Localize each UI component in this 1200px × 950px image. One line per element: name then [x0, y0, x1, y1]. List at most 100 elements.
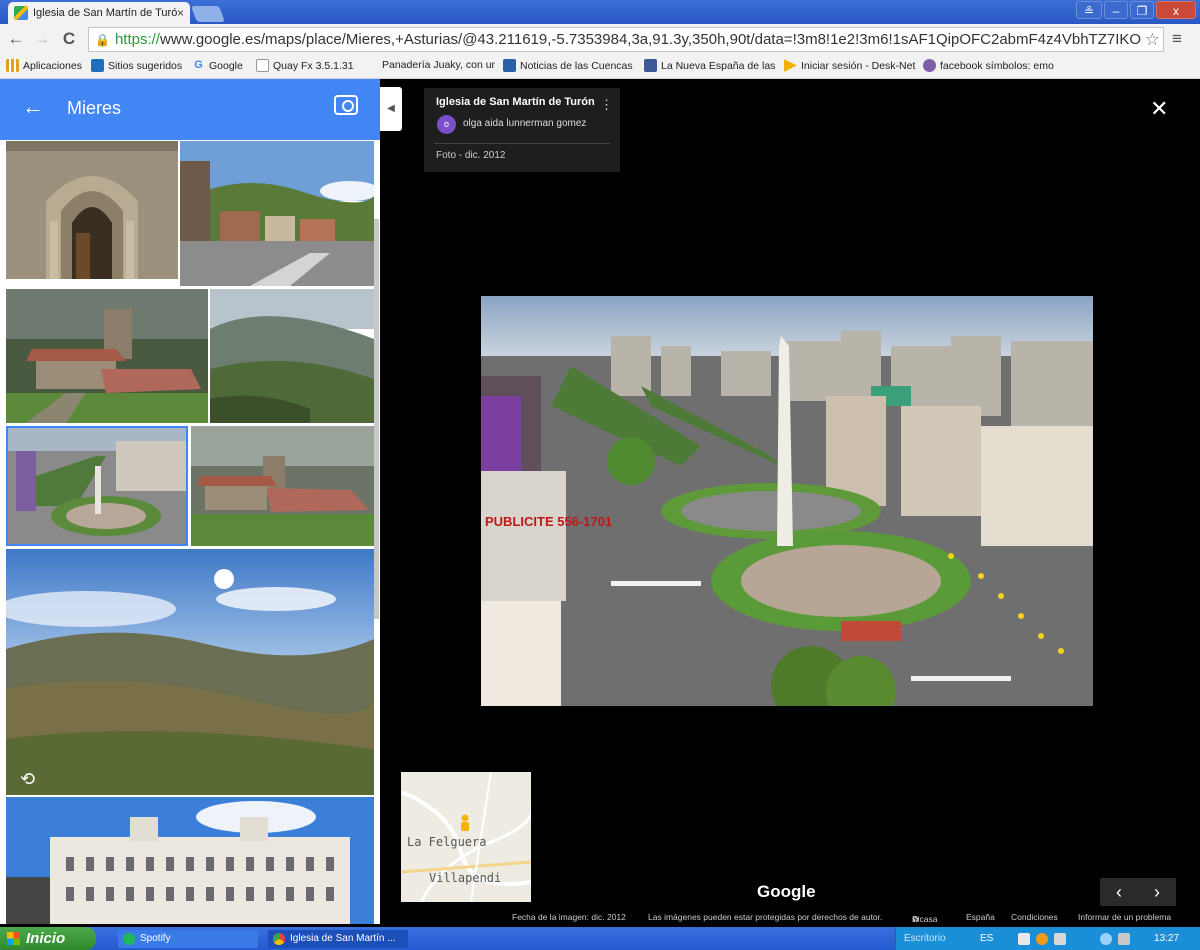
bookmark-suggested-sites[interactable]: Sitios sugeridos	[91, 59, 182, 72]
taskbar-item-spotify[interactable]: Spotify	[118, 930, 258, 948]
panel-title: Mieres	[67, 98, 122, 118]
photo-thumbnail[interactable]	[210, 289, 374, 423]
language-indicator[interactable]: ES	[980, 933, 993, 944]
report-problem-link[interactable]: Informar de un problema	[1078, 912, 1171, 922]
task-label: Iglesia de San Martín ...	[290, 933, 396, 944]
panorama-rotate-icon: ⟲	[20, 769, 36, 789]
browser-tab[interactable]: Iglesia de San Martín de Turó ×	[8, 2, 190, 24]
url-scheme: https://	[114, 31, 160, 48]
spotify-icon	[123, 933, 135, 945]
avatar[interactable]: o	[437, 115, 456, 134]
church-portal-image	[6, 141, 178, 279]
page-icon	[256, 59, 269, 72]
desk-net-icon	[784, 59, 797, 72]
back-arrow-icon[interactable]: ←	[6, 28, 26, 50]
bookmark-label: facebook símbolos: emo	[940, 59, 1054, 72]
desktop-toolbar-label[interactable]: Escritorio	[904, 933, 946, 944]
browser-menu-icon[interactable]: ≡	[1172, 29, 1182, 49]
bookmarks-bar: Aplicaciones Sitios sugeridos G Google Q…	[0, 55, 1200, 79]
maps-favicon-icon	[14, 6, 28, 20]
bookmark-star-icon[interactable]: ☆	[1145, 30, 1160, 50]
bookmark-apps[interactable]: Aplicaciones	[6, 59, 82, 72]
bing-icon	[91, 59, 104, 72]
address-bar[interactable]: 🔒 https:// www.google.es/maps/place/Mier…	[88, 27, 1164, 52]
bookmark-quay-fx[interactable]: Quay Fx 3.5.1.31	[256, 59, 354, 72]
minimize-button[interactable]: –	[1104, 1, 1128, 19]
start-label: Inicio	[26, 930, 66, 947]
start-button[interactable]: Inicio	[0, 927, 96, 950]
terms-link[interactable]: Condiciones	[1011, 912, 1058, 922]
bookmark-noticias-cuencas[interactable]: Noticias de las Cuencas	[503, 59, 633, 72]
tray-app-icon[interactable]	[1036, 933, 1048, 945]
place-name[interactable]: Iglesia de San Martín de Turón	[436, 96, 595, 108]
maximize-button[interactable]: ❐	[1130, 1, 1154, 19]
mountain-valley-image	[210, 289, 374, 423]
apps-grid-icon	[6, 59, 19, 72]
network-icon[interactable]	[1100, 933, 1112, 945]
church-foggy-image	[191, 426, 374, 546]
minimap[interactable]: La Felguera Villapendi	[401, 772, 531, 902]
mountain-panorama-image	[6, 549, 374, 795]
country-link[interactable]: España	[966, 912, 995, 922]
main-photo[interactable]: PUBLICITE 556-1701	[481, 296, 1093, 706]
volume-icon[interactable]	[1118, 933, 1130, 945]
photo-thumbnail-selected[interactable]	[6, 426, 188, 546]
photo-author[interactable]: olga aida lunnerman gomez	[463, 118, 586, 129]
collapse-panel-button[interactable]: ◀	[380, 87, 402, 131]
photo-thumbnail[interactable]	[6, 797, 374, 924]
palace-building-image	[6, 797, 374, 924]
bookmark-panaderia[interactable]: Panadería Juaky, con ur	[382, 59, 495, 71]
picasa-label: Picasa	[912, 914, 938, 924]
tray-app-icon[interactable]	[1018, 933, 1030, 945]
viewer-footer: Fecha de la imagen: dic. 2012 Las imágen…	[380, 910, 1200, 924]
obelisk-plaza-image	[6, 426, 188, 546]
reload-icon[interactable]: C	[59, 28, 79, 50]
forward-arrow-icon[interactable]: →	[32, 28, 52, 50]
lock-icon: 🔒	[95, 32, 110, 47]
panel-header: ← Mieres	[0, 79, 380, 140]
map-label: La Felguera	[407, 835, 487, 849]
panel-scrollbar[interactable]	[374, 219, 379, 619]
photo-thumbnail[interactable]	[6, 141, 178, 279]
church-exterior-image	[6, 289, 208, 423]
new-tab-button[interactable]	[191, 6, 225, 22]
photo-thumbnail[interactable]	[191, 426, 374, 546]
bookmark-label: Quay Fx 3.5.1.31	[273, 59, 354, 72]
bookmark-facebook-simbolos[interactable]: facebook símbolos: emo	[923, 59, 1054, 72]
tray-app-icon[interactable]	[1054, 933, 1066, 945]
bookmark-label: Google	[209, 59, 243, 72]
pegman-icon[interactable]	[458, 814, 472, 834]
bookmark-google[interactable]: G Google	[192, 59, 243, 72]
previous-photo-button[interactable]: ‹	[1100, 878, 1138, 906]
photo-date: Foto - dic. 2012	[436, 150, 506, 161]
bookmark-label: La Nueva España de las	[661, 59, 776, 72]
tab-close-icon[interactable]: ×	[177, 6, 184, 20]
next-photo-button[interactable]: ›	[1138, 878, 1176, 906]
photo-thumbnail[interactable]	[6, 289, 208, 423]
photo-thumbnail[interactable]	[180, 141, 374, 286]
facebook-icon	[644, 59, 657, 72]
bookmark-nueva-espana[interactable]: La Nueva España de las	[644, 59, 775, 72]
task-label: Spotify	[140, 933, 171, 944]
google-icon: G	[194, 59, 203, 71]
add-photo-camera-icon[interactable]	[334, 95, 358, 115]
clock[interactable]: 13:27	[1154, 933, 1179, 944]
billboard-text: PUBLICITE 556-1701	[485, 514, 612, 529]
symbols-icon	[923, 59, 936, 72]
map-label: Villapendi	[429, 871, 502, 885]
chrome-icon	[273, 933, 285, 945]
bookmark-desk-net[interactable]: Iniciar sesión - Desk-Net	[784, 59, 915, 72]
photo-thumbnail-panorama[interactable]: ⟲	[6, 549, 374, 795]
user-profile-icon[interactable]: ≗	[1076, 1, 1102, 19]
close-icon[interactable]: ✕	[1150, 96, 1168, 122]
image-date: Fecha de la imagen: dic. 2012	[512, 912, 626, 922]
window-titlebar: Iglesia de San Martín de Turó × ≗ – ❐ x	[0, 0, 1200, 24]
tab-title: Iglesia de San Martín de Turó	[33, 7, 177, 19]
more-options-icon[interactable]: ⋮	[600, 97, 613, 113]
town-street-image	[180, 141, 374, 286]
close-window-button[interactable]: x	[1156, 1, 1196, 19]
back-arrow-icon[interactable]: ←	[22, 94, 44, 120]
browser-toolbar: ← → C 🔒 https:// www.google.es/maps/plac…	[0, 24, 1200, 55]
taskbar-item-chrome[interactable]: Iglesia de San Martín ...	[268, 930, 408, 948]
url-text: www.google.es/maps/place/Mieres,+Asturia…	[159, 31, 1142, 48]
